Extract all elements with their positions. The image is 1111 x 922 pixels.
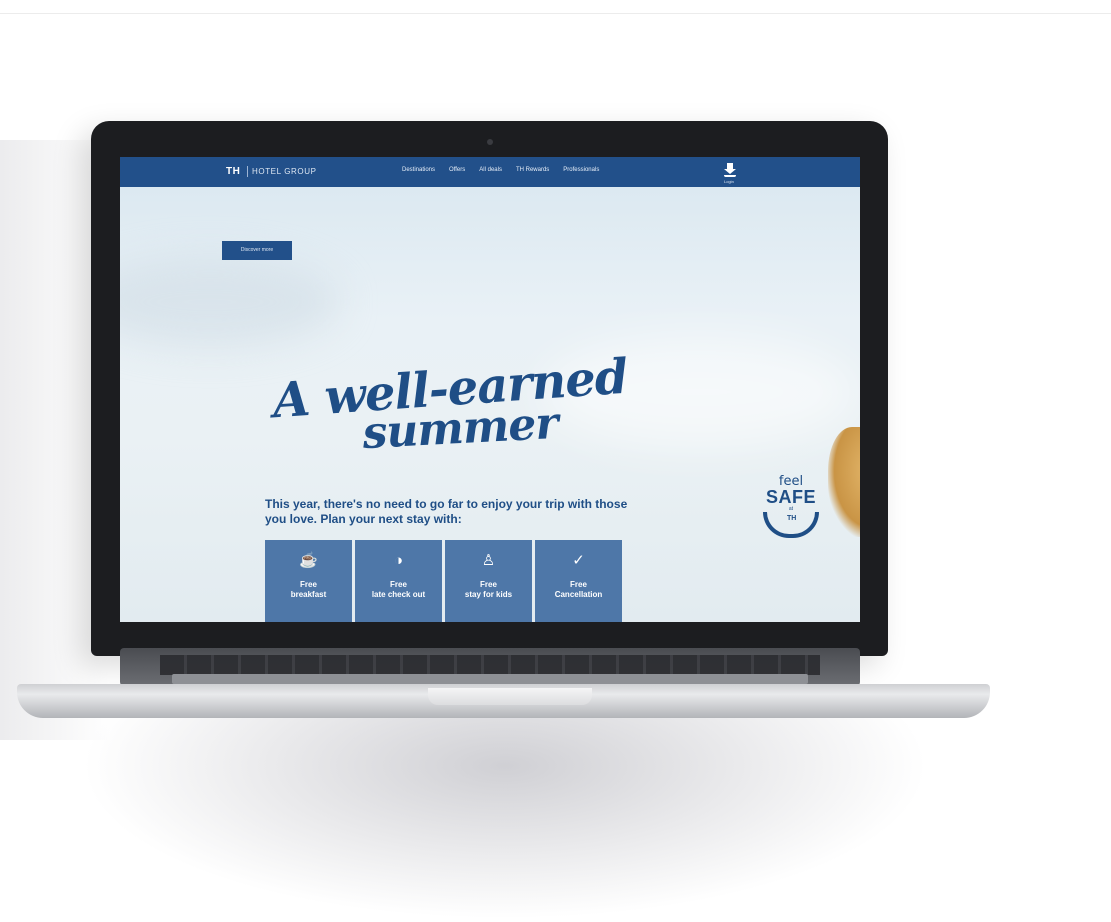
hero-photo-edge	[828, 427, 860, 537]
site-nav-bar: TH HOTEL GROUP Destinations Offers All d…	[120, 157, 860, 187]
feature-tile-cancellation[interactable]: ✓ Free Cancellation	[535, 540, 622, 622]
hero-intro-text: This year, there's no need to go far to …	[265, 497, 628, 526]
feature-label: Free Cancellation	[554, 580, 603, 599]
laptop-hinge	[172, 674, 808, 684]
laptop-shadow	[80, 700, 930, 920]
logo-divider	[247, 166, 248, 177]
check-circle-icon: ✓	[572, 552, 585, 569]
site-logo-subtitle: HOTEL GROUP	[252, 167, 317, 176]
clock-icon: ◑	[393, 552, 404, 569]
discover-more-button[interactable]: Discover more	[222, 241, 292, 260]
badge-logo: TH	[787, 515, 797, 522]
feature-label: Free breakfast	[290, 580, 327, 599]
laptop-screen: TH HOTEL GROUP Destinations Offers All d…	[120, 157, 860, 622]
nav-item-destinations[interactable]: Destinations	[402, 167, 435, 173]
nav-item-rewards[interactable]: TH Rewards	[516, 167, 549, 173]
feature-tile-kids[interactable]: ♙ Free stay for kids	[445, 540, 532, 622]
nav-item-all-deals[interactable]: All deals	[479, 167, 502, 173]
laptop-lid: TH HOTEL GROUP Destinations Offers All d…	[91, 121, 888, 656]
feature-tile-late-checkout[interactable]: ◑ Free late check out	[355, 540, 442, 622]
camera-icon	[487, 139, 493, 145]
keyboard-keys	[160, 655, 820, 675]
coffee-icon: ☕	[299, 552, 318, 569]
feature-tile-breakfast[interactable]: ☕ Free breakfast	[265, 540, 352, 622]
badge-safe-text: SAFE	[765, 487, 816, 507]
nav-item-professionals[interactable]: Professionals	[563, 167, 599, 173]
sky-cloud	[120, 257, 340, 347]
hero-headline: A well-earned summer	[270, 349, 630, 459]
nav-menu: Destinations Offers All deals TH Rewards…	[402, 167, 599, 173]
hands-icon: TH	[763, 512, 819, 538]
child-icon: ♙	[481, 552, 496, 569]
nav-item-offers[interactable]: Offers	[449, 167, 465, 173]
feature-label: Free stay for kids	[464, 580, 513, 599]
laptop-notch	[428, 688, 592, 705]
site-logo[interactable]: TH	[226, 166, 240, 177]
login-label[interactable]: Login	[724, 179, 734, 184]
feature-label: Free late check out	[371, 580, 426, 599]
feature-tiles: ☕ Free breakfast ◑ Free late check out ♙ F…	[265, 540, 622, 622]
feel-safe-badge: feel SAFE at TH	[756, 475, 826, 538]
top-divider	[0, 13, 1111, 14]
